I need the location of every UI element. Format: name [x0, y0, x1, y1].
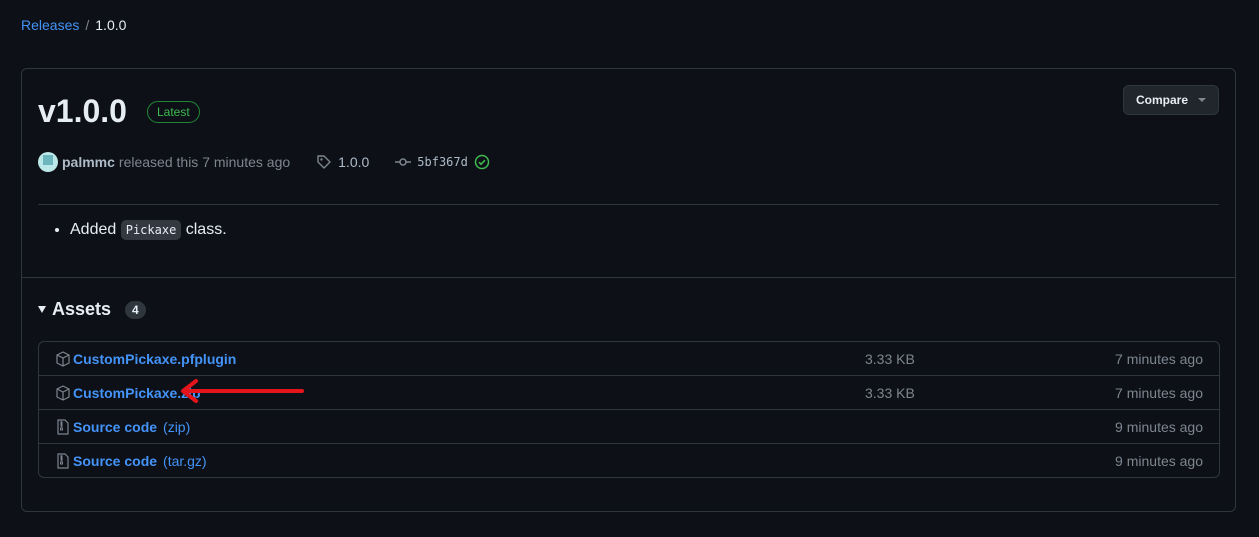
asset-format: (tar.gz): [163, 452, 207, 469]
breadcrumb-releases-link[interactable]: Releases: [21, 17, 79, 33]
assets-toggle[interactable]: Assets 4: [38, 299, 146, 320]
list-item: Source code (zip) 9 minutes ago: [39, 409, 1219, 443]
package-icon: [56, 350, 70, 367]
section-divider: [22, 277, 1235, 278]
asset-time: 9 minutes ago: [1115, 418, 1203, 435]
tag-icon: [317, 155, 331, 169]
asset-link[interactable]: Source code (zip): [55, 419, 190, 435]
list-item: Added Pickaxe class.: [70, 220, 227, 240]
asset-name: Source code: [73, 418, 158, 435]
asset-name: CustomPickaxe.pfplugin: [73, 350, 237, 367]
commit-link[interactable]: 5bf367d: [395, 154, 490, 170]
release-notes: Added Pickaxe class.: [70, 220, 227, 240]
note-text-suffix: class.: [185, 221, 227, 238]
commit-icon: [395, 158, 412, 166]
tag-link[interactable]: 1.0.0: [316, 154, 369, 170]
release-title-row: v1.0.0 Latest: [38, 93, 200, 130]
release-meta: palmmc released this 7 minutes ago 1.0.0…: [38, 152, 490, 172]
breadcrumb-current: 1.0.0: [95, 17, 127, 33]
file-zip-icon: [57, 418, 69, 435]
asset-time: 7 minutes ago: [1115, 384, 1203, 401]
package-icon: [56, 384, 70, 401]
asset-size: 3.33 KB: [865, 384, 915, 401]
assets-list: CustomPickaxe.pfplugin 3.33 KB 7 minutes…: [38, 341, 1220, 478]
release-card: v1.0.0 Latest Compare palmmc released th…: [21, 68, 1236, 512]
asset-time: 7 minutes ago: [1115, 350, 1203, 367]
annotation-arrow-icon: [181, 379, 304, 403]
released-text: released this 7 minutes ago: [118, 154, 291, 170]
check-circle-icon[interactable]: [474, 154, 490, 170]
compare-button[interactable]: Compare: [1122, 85, 1219, 115]
breadcrumb-separator: /: [85, 17, 90, 33]
asset-format: (zip): [163, 418, 191, 435]
divider: [38, 204, 1219, 205]
asset-link[interactable]: CustomPickaxe.pfplugin: [55, 351, 236, 367]
list-item: Source code (tar.gz) 9 minutes ago: [39, 443, 1219, 477]
triangle-down-icon: [38, 306, 46, 313]
assets-title: Assets: [52, 299, 112, 319]
asset-name: Source code: [73, 452, 158, 469]
list-item: CustomPickaxe.pfplugin 3.33 KB 7 minutes…: [39, 342, 1219, 375]
note-text: Added: [70, 221, 117, 238]
file-zip-icon: [57, 452, 69, 469]
breadcrumb: Releases / 1.0.0: [21, 17, 126, 33]
tag-label: 1.0.0: [338, 154, 370, 170]
avatar[interactable]: [38, 152, 58, 172]
latest-badge: Latest: [146, 100, 200, 123]
release-title[interactable]: v1.0.0: [38, 93, 127, 130]
inline-code: Pickaxe: [120, 220, 182, 240]
asset-link[interactable]: Source code (tar.gz): [55, 453, 207, 469]
compare-label: Compare: [1135, 93, 1188, 107]
asset-time: 9 minutes ago: [1115, 452, 1203, 469]
assets-count-badge: 4: [125, 300, 146, 319]
commit-sha: 5bf367d: [417, 155, 468, 169]
author-link[interactable]: palmmc: [62, 154, 115, 170]
chevron-down-icon: [1198, 98, 1206, 102]
asset-size: 3.33 KB: [865, 350, 915, 367]
